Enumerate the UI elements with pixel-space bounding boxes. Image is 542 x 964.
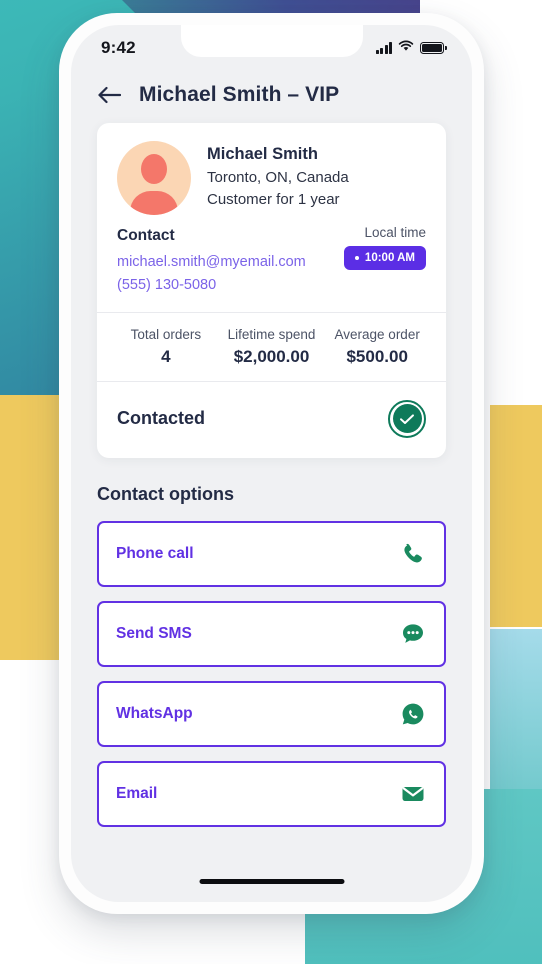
contact-options-section: Contact options Phone call Send SMS What… — [71, 458, 472, 827]
local-time-block: Local time 10:00 AM — [343, 225, 426, 270]
phone-screen: 9:42 Michael Smith – VIP Michael Smith T… — [71, 25, 472, 902]
customer-profile-card: Michael Smith Toronto, ON, Canada Custom… — [97, 123, 446, 458]
local-time-label: Local time — [364, 225, 426, 240]
signal-bars-icon — [376, 42, 392, 54]
profile-card-top: Michael Smith Toronto, ON, Canada Custom… — [97, 123, 446, 312]
bg-shape-blue-right — [490, 629, 542, 809]
customer-identity: Michael Smith Toronto, ON, Canada Custom… — [117, 141, 426, 215]
user-avatar-icon — [117, 141, 191, 215]
battery-full-icon — [420, 42, 447, 54]
customer-identity-text: Michael Smith Toronto, ON, Canada Custom… — [207, 141, 349, 211]
check-circle-icon[interactable] — [388, 399, 426, 438]
contacted-status-row: Contacted — [97, 380, 446, 458]
page-title: Michael Smith – VIP — [139, 83, 340, 106]
contacted-label: Contacted — [117, 408, 206, 429]
customer-phone-link[interactable]: (555) 130-5080 — [117, 274, 426, 297]
app-header: Michael Smith – VIP — [71, 71, 472, 123]
phone-icon — [400, 541, 426, 567]
stat-lifetime-spend: Lifetime spend $2,000.00 — [219, 327, 325, 367]
bg-shape-yellow-right — [490, 405, 542, 627]
option-label: Send SMS — [116, 624, 192, 642]
option-whatsapp-button[interactable]: WhatsApp — [97, 680, 446, 747]
wifi-icon — [398, 39, 414, 57]
home-indicator[interactable] — [199, 879, 344, 884]
customer-tenure: Customer for 1 year — [207, 190, 340, 208]
option-label: Email — [116, 784, 158, 802]
back-arrow-icon[interactable] — [97, 86, 122, 104]
chat-bubble-icon — [400, 621, 426, 647]
phone-device: 9:42 Michael Smith – VIP Michael Smith T… — [59, 13, 484, 914]
status-bar-clock: 9:42 — [101, 38, 136, 57]
local-time-badge: 10:00 AM — [343, 246, 426, 270]
contact-options-title: Contact options — [97, 483, 234, 504]
stat-value: 4 — [161, 346, 171, 366]
stat-label: Lifetime spend — [227, 326, 316, 342]
stat-value: $2,000.00 — [233, 346, 310, 366]
option-phone-call-button[interactable]: Phone call — [97, 520, 446, 587]
whatsapp-icon — [400, 701, 426, 727]
stat-label: Average order — [334, 326, 420, 342]
customer-stats-row: Total orders 4 Lifetime spend $2,000.00 … — [97, 311, 446, 381]
option-send-sms-button[interactable]: Send SMS — [97, 600, 446, 667]
stat-value: $500.00 — [346, 346, 408, 366]
envelope-icon — [400, 781, 426, 807]
customer-name: Michael Smith — [207, 145, 318, 163]
option-label: WhatsApp — [116, 704, 193, 722]
stat-total-orders: Total orders 4 — [113, 327, 219, 367]
option-label: Phone call — [116, 544, 194, 562]
status-dot-icon — [354, 256, 359, 260]
stat-average-order: Average order $500.00 — [324, 327, 430, 367]
contact-block: Contact michael.smith@myemail.com (555) … — [117, 225, 426, 298]
phone-notch — [180, 25, 363, 57]
customer-location: Toronto, ON, Canada — [207, 169, 349, 186]
option-email-button[interactable]: Email — [97, 760, 446, 827]
status-bar-icons — [376, 39, 447, 57]
local-time-value: 10:00 AM — [364, 252, 415, 264]
stat-label: Total orders — [130, 326, 202, 342]
